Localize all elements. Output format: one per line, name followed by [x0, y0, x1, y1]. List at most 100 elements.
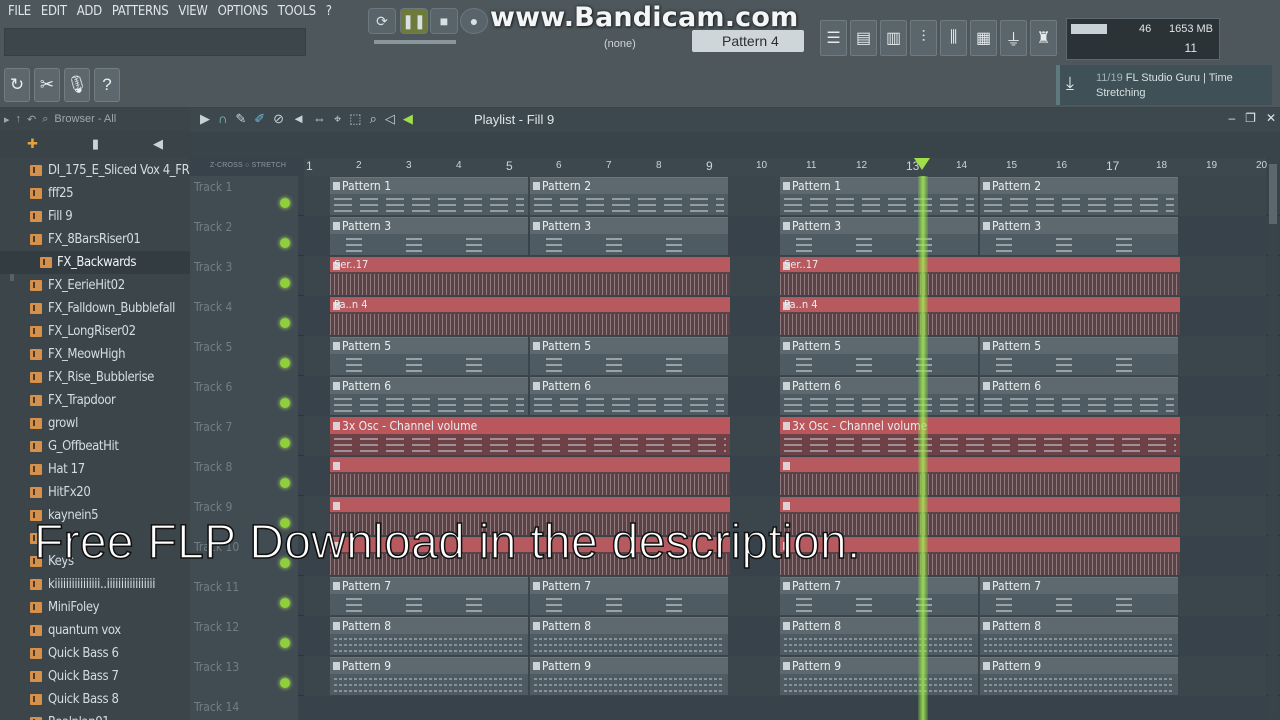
piano-roll-icon[interactable]: ▤: [850, 20, 877, 56]
track-header[interactable]: Track 6: [190, 376, 298, 416]
track-mute-led[interactable]: [280, 358, 290, 368]
pattern-clip[interactable]: Pattern 5: [530, 337, 728, 375]
browser-item[interactable]: FX_Trapdoor: [0, 389, 190, 412]
pattern-clip[interactable]: Pattern 2: [980, 177, 1178, 215]
pattern-clip[interactable]: [780, 457, 1180, 495]
pattern-clip[interactable]: Pattern 6: [530, 377, 728, 415]
track-header[interactable]: Track 4: [190, 296, 298, 336]
pattern-clip[interactable]: Pattern 5: [780, 337, 978, 375]
pattern-clip[interactable]: Pattern 3: [530, 217, 728, 255]
browser-item[interactable]: FX_LongRiser02: [0, 320, 190, 343]
pattern-clip[interactable]: Pattern 1: [780, 177, 978, 215]
browser-arrow-icon[interactable]: ▸: [4, 113, 10, 126]
track-header[interactable]: Track 13: [190, 656, 298, 696]
track-lane[interactable]: Pattern 9 Pattern 9 Pattern 9 Pattern 9: [304, 656, 1266, 696]
track-mute-led[interactable]: [280, 238, 290, 248]
browser-item[interactable]: MiniFoley: [0, 596, 190, 619]
pattern-clip[interactable]: Ser..17: [330, 257, 730, 295]
track-mute-led[interactable]: [280, 398, 290, 408]
vertical-scrollbar[interactable]: [1268, 158, 1278, 718]
browser-speaker-icon[interactable]: ◀: [153, 136, 163, 152]
track-mute-led[interactable]: [280, 478, 290, 488]
pattern-clip[interactable]: Pattern 3: [780, 217, 978, 255]
track-mute-led[interactable]: [280, 438, 290, 448]
track-lane[interactable]: [304, 696, 1266, 720]
track-lane[interactable]: Pattern 8 Pattern 8 Pattern 8 Pattern 8: [304, 616, 1266, 656]
stop-button[interactable]: ■: [430, 8, 458, 34]
pattern-clip[interactable]: Ser..17: [780, 257, 1180, 295]
automation-clip[interactable]: 3x Osc - Channel volume: [330, 417, 730, 455]
track-lane[interactable]: Ser..17 Ser..17: [304, 256, 1266, 296]
track-header[interactable]: Track 2: [190, 216, 298, 256]
snap-options[interactable]: Z-CROSS ○ STRETCH: [210, 162, 286, 169]
track-header[interactable]: Track 3: [190, 256, 298, 296]
browser-item[interactable]: FX_8BarsRiser01: [0, 228, 190, 251]
pencil-icon[interactable]: ✎: [235, 111, 246, 127]
browser-item[interactable]: fff25: [0, 182, 190, 205]
browser-item[interactable]: Quick Bass 6: [0, 642, 190, 665]
pattern-clip[interactable]: Pattern 9: [980, 657, 1178, 695]
plugin-icon[interactable]: ⏚: [1000, 20, 1027, 56]
track-header[interactable]: Track 11: [190, 576, 298, 616]
news-panel[interactable]: ⤓ 11/19 FL Studio Guru | Time Stretching: [1056, 65, 1272, 105]
browser-tree-icon[interactable]: ✚: [27, 136, 38, 152]
playhead-marker[interactable]: [914, 158, 930, 170]
microphone-icon[interactable]: 🎙: [64, 68, 90, 102]
options-arrow-icon[interactable]: ▶: [200, 111, 210, 127]
browser-item[interactable]: FX_Backwards: [0, 251, 190, 274]
playback-icon[interactable]: ◁: [385, 111, 395, 127]
pattern-clip[interactable]: Pattern 7: [530, 577, 728, 615]
browser-up-icon[interactable]: ↑: [16, 113, 22, 125]
magnet-icon[interactable]: ∩: [218, 111, 227, 127]
pattern-clip[interactable]: Pa..n 4: [780, 297, 1180, 335]
track-header[interactable]: Track 1: [190, 176, 298, 216]
pattern-clip[interactable]: Pattern 9: [780, 657, 978, 695]
browser-item[interactable]: FX_Falldown_Bubblefall: [0, 297, 190, 320]
vertical-scroll-thumb[interactable]: [1269, 164, 1277, 224]
menu-item[interactable]: ADD: [73, 2, 108, 22]
automation-clip[interactable]: 3x Osc - Channel volume: [780, 417, 1180, 455]
pattern-clip[interactable]: Pattern 1: [330, 177, 528, 215]
browser-item[interactable]: HitFx20: [0, 481, 190, 504]
select-icon[interactable]: ⬚: [349, 111, 361, 127]
speaker-icon[interactable]: ◀: [403, 111, 413, 127]
pattern-clip[interactable]: Pattern 6: [330, 377, 528, 415]
help-icon[interactable]: ?: [94, 68, 120, 102]
track-header[interactable]: Track 8: [190, 456, 298, 496]
browser-item[interactable]: Quick Bass 8: [0, 688, 190, 711]
paint-icon[interactable]: ✐: [254, 111, 265, 127]
browser-item[interactable]: Fill 9: [0, 205, 190, 228]
delete-icon[interactable]: ⊘: [273, 111, 284, 127]
track-header[interactable]: Track 5: [190, 336, 298, 376]
browser-search-icon[interactable]: ⌕: [42, 113, 48, 126]
browser-back-icon[interactable]: ↶: [27, 113, 36, 126]
browser-item[interactable]: growl: [0, 412, 190, 435]
track-mute-led[interactable]: [280, 598, 290, 608]
menu-item[interactable]: EDIT: [37, 2, 73, 22]
pattern-clip[interactable]: Pa..n 4: [330, 297, 730, 335]
record-button[interactable]: ●: [460, 8, 488, 34]
browser-item[interactable]: kiiiiiiiiiiiiiiii..iiiiiiiiiiiiiiiii: [0, 573, 190, 596]
track-lane[interactable]: Pattern 5 Pattern 5 Pattern 5 Pattern 5: [304, 336, 1266, 376]
pattern-clip[interactable]: Pattern 8: [530, 617, 728, 655]
slice-icon[interactable]: ⌖: [334, 111, 341, 127]
browser-item[interactable]: FX_MeowHigh: [0, 343, 190, 366]
track-lane[interactable]: Pattern 1 Pattern 2 Pattern 1 Pattern 2: [304, 176, 1266, 216]
pattern-clip[interactable]: Pattern 8: [780, 617, 978, 655]
browser-icon[interactable]: ▦: [970, 20, 997, 56]
pattern-clip[interactable]: Pattern 6: [980, 377, 1178, 415]
pattern-clip[interactable]: [330, 457, 730, 495]
pattern-clip[interactable]: Pattern 5: [980, 337, 1178, 375]
browser-item[interactable]: FX_Rise_Bubblerise: [0, 366, 190, 389]
browser-item[interactable]: Realplan01: [0, 711, 190, 720]
track-mute-led[interactable]: [280, 198, 290, 208]
loop-record-button[interactable]: ⟳: [368, 8, 396, 34]
tempo-slider[interactable]: [374, 40, 456, 44]
browser-item[interactable]: FX_EerieHit02: [0, 274, 190, 297]
pattern-selector[interactable]: Pattern 4: [692, 30, 804, 52]
mixer-alt-icon[interactable]: ⫼: [940, 20, 967, 56]
channel-rack-icon[interactable]: ▥: [880, 20, 907, 56]
close-icon[interactable]: ✕: [1266, 111, 1276, 125]
pattern-clip[interactable]: Pattern 5: [330, 337, 528, 375]
pause-button[interactable]: ❚❚: [400, 8, 428, 34]
